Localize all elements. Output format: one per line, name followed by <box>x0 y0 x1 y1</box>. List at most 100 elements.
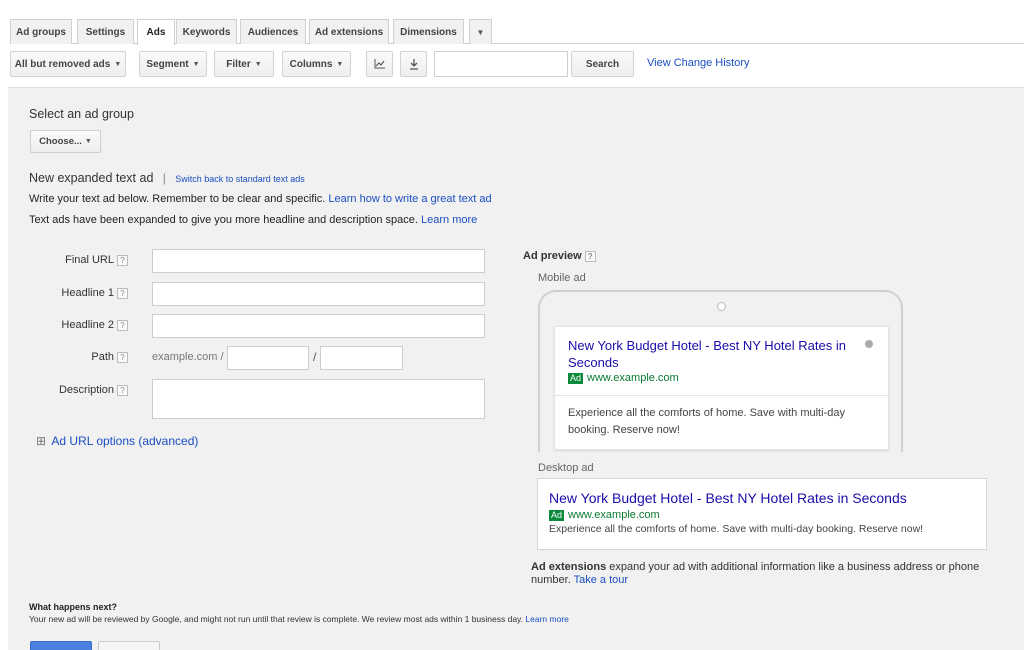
path-label-text: Path <box>91 351 114 363</box>
desktop-ad-url-line: Ad www.example.com <box>549 509 660 521</box>
path-label: Path? <box>28 351 128 363</box>
path2-input[interactable] <box>320 346 403 370</box>
help-icon[interactable]: ? <box>117 287 128 299</box>
tab-dimensions[interactable]: Dimensions <box>393 19 464 44</box>
columns-label: Columns <box>289 58 333 70</box>
path1-input[interactable] <box>227 346 309 370</box>
filter-button[interactable]: Filter ▼ <box>214 51 274 77</box>
ad-extensions-bold: Ad extensions <box>531 561 607 573</box>
chevron-down-icon: ▼ <box>192 60 200 68</box>
path-prefix: example.com / <box>152 351 224 363</box>
search-input[interactable] <box>434 51 568 77</box>
learn-more-link[interactable]: Learn more <box>421 214 477 226</box>
desktop-ad-label: Desktop ad <box>538 462 594 474</box>
mobile-display-url: www.example.com <box>587 372 679 384</box>
final-url-input[interactable] <box>152 249 485 273</box>
chevron-down-icon: ▼ <box>254 60 262 68</box>
separator: | <box>162 171 166 185</box>
download-button[interactable] <box>400 51 427 77</box>
segment-label: Segment <box>146 58 189 70</box>
new-ad-heading: New expanded text ad | Switch back to st… <box>29 171 305 185</box>
more-tabs-chevron-down-icon[interactable]: ▼ <box>469 19 492 44</box>
tab-keywords[interactable]: Keywords <box>176 19 237 44</box>
toolbar: All but removed ads ▼ Segment ▼ Filter ▼… <box>10 51 1024 77</box>
phone-camera-icon <box>717 302 726 311</box>
headline1-input[interactable] <box>152 282 485 306</box>
line-chart-icon <box>374 59 385 69</box>
mobile-phone-frame: New York Budget Hotel - Best NY Hotel Ra… <box>538 290 903 452</box>
headline2-label: Headline 2? <box>28 319 128 331</box>
headline1-label: Headline 1? <box>28 287 128 299</box>
cancel-button[interactable] <box>98 641 160 650</box>
filter-label: Filter <box>226 58 251 70</box>
learn-write-ad-link[interactable]: Learn how to write a great text ad <box>328 193 491 205</box>
columns-button[interactable]: Columns ▼ <box>282 51 351 77</box>
tab-ad-extensions[interactable]: Ad extensions <box>309 19 389 44</box>
take-tour-link[interactable]: Take a tour <box>574 574 628 586</box>
new-ad-panel: Select an ad group Choose... ▼ New expan… <box>8 87 1024 650</box>
mobile-ad-label: Mobile ad <box>538 272 586 284</box>
choose-label: Choose... <box>39 136 82 147</box>
desktop-ad-card: New York Budget Hotel - Best NY Hotel Ra… <box>537 478 987 550</box>
learn-more-review-link[interactable]: Learn more <box>525 614 568 624</box>
select-ad-group-label: Select an ad group <box>29 107 134 121</box>
help-icon[interactable]: ? <box>584 250 596 262</box>
intro-line: Write your text ad below. Remember to be… <box>29 193 492 205</box>
tab-bar: Ad groups Settings Ads Keywords Audience… <box>10 19 1024 45</box>
headline2-label-text: Headline 2 <box>61 319 114 331</box>
path-separator: / <box>313 350 317 364</box>
info-dot-icon <box>865 340 873 348</box>
what-next-text: Your new ad will be reviewed by Google, … <box>29 614 524 624</box>
description-label: Description? <box>28 384 128 396</box>
expand-plus-icon: ⊞ <box>36 434 47 448</box>
save-button[interactable] <box>30 641 92 650</box>
help-icon[interactable]: ? <box>117 254 128 266</box>
expanded-text: Text ads have been expanded to give you … <box>29 214 418 226</box>
chevron-down-icon: ▼ <box>336 60 344 68</box>
final-url-label-text: Final URL <box>65 254 114 266</box>
desktop-ad-headline: New York Budget Hotel - Best NY Hotel Ra… <box>549 490 907 506</box>
desktop-display-url: www.example.com <box>568 509 660 521</box>
mobile-ad-description: Experience all the comforts of home. Sav… <box>568 407 845 436</box>
ad-preview-title: Ad preview? <box>523 250 596 262</box>
desktop-headline-2: Best NY Hotel Rates in Seconds <box>705 490 907 506</box>
headline2-input[interactable] <box>152 314 485 338</box>
intro-text: Write your text ad below. Remember to be… <box>29 193 326 205</box>
graph-button[interactable] <box>366 51 393 77</box>
chevron-down-icon: ▼ <box>84 138 92 145</box>
switch-standard-ads-link[interactable]: Switch back to standard text ads <box>175 174 305 184</box>
final-url-label: Final URL? <box>28 254 128 266</box>
ad-url-options-toggle[interactable]: ⊞ Ad URL options (advanced) <box>36 434 198 448</box>
ad-extensions-note: Ad extensions expand your ad with additi… <box>531 561 981 587</box>
desktop-headline-1: New York Budget Hotel <box>549 490 693 506</box>
tab-ad-groups[interactable]: Ad groups <box>10 19 72 44</box>
help-icon[interactable]: ? <box>117 351 128 363</box>
description-input[interactable] <box>152 379 485 419</box>
desktop-ad-description: Experience all the comforts of home. Sav… <box>549 523 924 535</box>
mobile-ad-headline: New York Budget Hotel - Best NY Hotel Ra… <box>568 338 846 370</box>
tab-settings[interactable]: Settings <box>77 19 134 44</box>
desktop-headline-sep: - <box>692 490 706 506</box>
help-icon[interactable]: ? <box>117 384 128 396</box>
mobile-ad-url-line: Ad www.example.com <box>568 372 679 384</box>
download-icon <box>409 58 418 70</box>
ad-badge: Ad <box>549 510 565 521</box>
what-next-line: Your new ad will be reviewed by Google, … <box>29 614 569 624</box>
view-change-history-link[interactable]: View Change History <box>647 57 750 69</box>
chevron-down-icon: ▼ <box>114 60 122 68</box>
what-next-title: What happens next? <box>29 602 118 612</box>
choose-ad-group-button[interactable]: Choose... ▼ <box>30 130 101 153</box>
search-button[interactable]: Search <box>571 51 634 77</box>
ad-preview-title-text: Ad preview <box>523 250 582 262</box>
mobile-ad-card: New York Budget Hotel - Best NY Hotel Ra… <box>554 326 889 450</box>
ad-url-options-link: Ad URL options (advanced) <box>51 434 199 448</box>
headline1-label-text: Headline 1 <box>61 287 114 299</box>
description-label-text: Description <box>58 384 114 396</box>
tab-ads[interactable]: Ads <box>137 19 175 45</box>
help-icon[interactable]: ? <box>117 319 128 331</box>
new-ad-title: New expanded text ad <box>29 171 154 185</box>
segment-button[interactable]: Segment ▼ <box>139 51 207 77</box>
expanded-line: Text ads have been expanded to give you … <box>29 214 477 226</box>
status-filter-button[interactable]: All but removed ads ▼ <box>10 51 126 77</box>
tab-audiences[interactable]: Audiences <box>240 19 306 44</box>
